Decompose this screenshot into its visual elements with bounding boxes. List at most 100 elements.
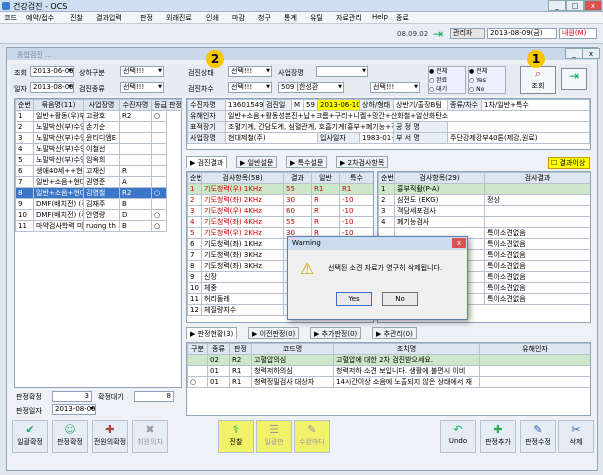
exam-item-row[interactable]: 3 객담세포검사 [378, 205, 590, 217]
status-radio-wait[interactable]: ○ 대기 [429, 85, 465, 94]
test-row[interactable]: 3 기도청력(우) 4KHz 60 R -10 [187, 205, 373, 217]
patient-row[interactable]: 9DMF(배치전) (주)이아이김재주B [15, 198, 182, 210]
judgment-header[interactable]: 조치명 [333, 343, 480, 355]
patient-list-header[interactable]: 등급 [151, 99, 167, 111]
menu-item-result[interactable]: 결과입력 [96, 13, 122, 23]
date-input[interactable]: 2013-08-09 [30, 82, 74, 93]
test-result-header[interactable]: 일반 [311, 172, 340, 184]
test-row[interactable]: 4 기도청력(좌) 4KHz 55 R -10 [187, 216, 373, 228]
menu-item-util[interactable]: 유틸 [310, 13, 323, 23]
exam-item-header[interactable]: 순번 [378, 172, 395, 184]
test-row[interactable]: 2 기도청력(좌) 2KHz 30 R -10 [187, 194, 373, 206]
search-button[interactable]: ⌕ 조회 [520, 66, 556, 94]
patient-row[interactable]: 4노말박산(부)수영진기타이철선 [15, 143, 182, 155]
tab-previous-judgment[interactable]: ▶ 이전판정(0) [248, 327, 300, 339]
exam-button[interactable]: ⚕ 진찰 [218, 420, 254, 453]
bulk-confirm-button[interactable]: ✔ 일괄확정 [12, 420, 48, 453]
patient-row[interactable]: 10DMF(배치전) (주)이아이안영량D○ [15, 209, 182, 221]
close-button[interactable]: x [584, 0, 602, 11]
menu-item-print[interactable]: 인쇄 [206, 13, 219, 23]
status-radio-all[interactable]: ● 전체 [429, 67, 465, 76]
undo-button[interactable]: ↶ Undo [440, 420, 476, 453]
yn-radio-no[interactable]: ○ No [469, 85, 505, 94]
patient-list-header[interactable]: 사업장명 [83, 99, 120, 111]
status-radio-done[interactable]: ○ 완료 [429, 76, 465, 85]
menu-item-stats[interactable]: 통계 [284, 13, 297, 23]
exit-form-button[interactable]: ⇥ [561, 68, 587, 90]
patient-list-header[interactable]: 묶음명(11) [33, 99, 84, 111]
patient-row[interactable]: 3노말박산(부)수영진기타윤티디엠E [15, 132, 182, 144]
yn-radio-all[interactable]: ● 전체 [469, 67, 505, 76]
exam-item-row[interactable]: 1 흉부직촬(P-A) [378, 183, 590, 195]
patient-row[interactable]: 7일반+소음+현대제출(권영준A [15, 176, 182, 188]
patient-list-header[interactable]: 수진자명 [119, 99, 152, 111]
all-doctor-confirm-button[interactable]: ✚ 전원의확정 [92, 420, 128, 453]
judgment-row[interactable]: 01 R1 청력저하의심 청력저하 소견 보입니다. 생활에 불편시 이비 [187, 365, 590, 377]
maximize-button[interactable]: □ [566, 0, 584, 11]
menu-item-claim[interactable]: 청구 [258, 13, 271, 23]
exit-icon[interactable]: ⇥ [433, 27, 443, 41]
menu-item-data[interactable]: 자료관리 [336, 13, 362, 23]
patient-row[interactable]: 5노말박산(부)수영진기타임옥희 [15, 154, 182, 166]
patient-list-header[interactable]: 판정 [166, 99, 182, 111]
delete-button[interactable]: ✂ 삭제 [558, 420, 594, 453]
exam-item-row[interactable]: 2 심전도 (EKG) 정상 [378, 194, 590, 206]
exam-round-select[interactable]: 선택!!! [228, 82, 272, 93]
menu-item-exit[interactable]: 종료 [396, 13, 409, 23]
upper-lower-select[interactable]: 선택!!! [120, 66, 164, 77]
tab-general-survey[interactable]: ▶ 일반설문 [236, 156, 278, 168]
judgment-row[interactable]: ○ 01 R1 청력정밀검사 대상자 14시간이상 소음에 노출되지 않은 상태에서 재 [187, 376, 590, 388]
exam-item-header[interactable]: 검사항목(29) [394, 172, 485, 184]
exam-item-header[interactable]: 검사결과 [484, 172, 590, 184]
edit-all-button[interactable]: ✎ 수완마다 [294, 420, 330, 453]
judgment-confirm-button[interactable]: ☺ 판정확정 [52, 420, 88, 453]
judgment-date-input[interactable]: 2013-08-09 [52, 404, 96, 415]
bulk-judgment-button[interactable]: ☰ 일괄판 [256, 420, 292, 453]
test-row[interactable]: 1 기도청력(우) 1KHz 55 R1 R1 [187, 183, 373, 195]
exam-status-select[interactable]: 선택!!! [228, 66, 272, 77]
test-result-header[interactable]: 순번 [187, 172, 202, 184]
workplace-extra-select[interactable]: 선택!!! [370, 82, 420, 93]
patient-row[interactable]: 1일반+활동(우)부선고광호R2○ [15, 110, 182, 122]
dialog-close-button[interactable]: x [452, 238, 466, 248]
dialog-yes-button[interactable]: Yes [336, 292, 372, 306]
yn-radio-yes[interactable]: ○ Yes [469, 76, 505, 85]
menu-item-outpatient[interactable]: 외래진료 [166, 13, 192, 23]
tab-added-judgment[interactable]: ▶ 추가판정(0) [310, 327, 362, 339]
menu-item-exam[interactable]: 진찰 [70, 13, 83, 23]
judgment-header[interactable]: 종류 [207, 343, 230, 355]
menu-item-code[interactable]: 코드 [4, 13, 17, 23]
patient-row[interactable]: 11마약검사학력 미래테크ruong thB○ [15, 220, 182, 232]
abnormal-result-checkbox[interactable]: ☐ 결과이상 [548, 157, 590, 169]
judgment-header[interactable]: 코드명 [251, 343, 334, 355]
inner-close-button[interactable]: x [582, 48, 600, 59]
tab-second-exam[interactable]: ▶ 2차검사항목 [336, 156, 389, 168]
patient-row[interactable]: 2노말박산(부)수영진기타손기순 [15, 121, 182, 133]
inner-minimize-button[interactable]: _ [565, 48, 583, 59]
exam-type-select[interactable]: 선택!!! [120, 82, 164, 93]
dialog-no-button[interactable]: No [382, 292, 418, 306]
menu-item-close[interactable]: 마감 [232, 13, 245, 23]
add-judgment-button[interactable]: ✚ 판정추가 [480, 420, 516, 453]
test-result-header[interactable]: 결과 [283, 172, 312, 184]
menu-item-judgment[interactable]: 판정 [140, 13, 153, 23]
patient-row[interactable]: 6생애40세++현대제출(고재신R [15, 165, 182, 177]
tab-special-survey[interactable]: ▶ 특수설문 [286, 156, 328, 168]
workplace-staff-select[interactable]: 509 |한성환 [278, 82, 344, 93]
exam-item-row[interactable]: 4 폐기능검사 [378, 216, 590, 228]
judgment-header[interactable]: 구분 [187, 343, 208, 355]
tab-exam-result[interactable]: ▶ 검진결과 [186, 156, 228, 168]
judgment-row[interactable]: 02 R2 고혈압의심 고혈압에 대한 2차 검진받으세요. [187, 354, 590, 366]
workplace-select[interactable] [316, 66, 368, 77]
query-date-input[interactable]: 2013-06-09 [30, 66, 74, 77]
patient-row[interactable]: 8일반+소음+현대제출(김영철R2○ [15, 187, 182, 199]
edit-judgment-button[interactable]: ✎ 판정수정 [520, 420, 556, 453]
judgment-header[interactable]: 유해인자 [479, 343, 590, 355]
doctor-cancel-button[interactable]: ✖ 취원의차 [132, 420, 168, 453]
tab-follow-up[interactable]: ▶ 추관리(0) [372, 327, 417, 339]
patient-list-header[interactable]: 순번 [15, 99, 34, 111]
menu-item-help[interactable]: Help [372, 13, 388, 21]
test-result-header[interactable]: 특수 [339, 172, 373, 184]
judgment-header[interactable]: 판정 [229, 343, 252, 355]
tab-judgment-status[interactable]: ▶ 판정현황(3) [186, 327, 238, 339]
